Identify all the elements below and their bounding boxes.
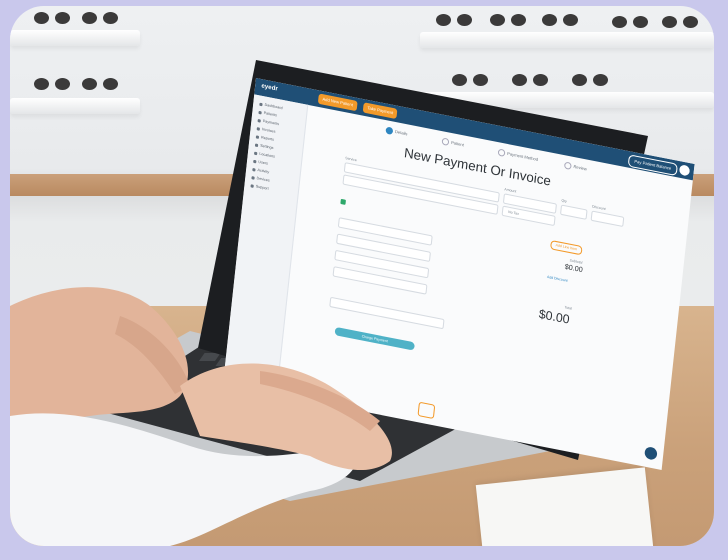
eyeglasses: [540, 14, 580, 28]
qty-label: Qty: [561, 198, 568, 204]
eyeglasses: [610, 16, 650, 30]
eyeglasses: [660, 16, 700, 30]
typing-hands: [10, 276, 470, 546]
discount-input[interactable]: [590, 210, 625, 228]
nav-icon: [252, 167, 256, 172]
total-label: Total: [564, 305, 573, 311]
sidebar-item[interactable]: Activity: [252, 167, 269, 175]
pay-patient-balance-button[interactable]: Pay Patient Balance: [627, 154, 678, 177]
chat-icon[interactable]: [644, 446, 658, 461]
sidebar-item[interactable]: Users: [253, 159, 268, 167]
nav-icon: [250, 183, 254, 188]
eyeglasses: [80, 78, 120, 92]
add-new-patient-button[interactable]: Add New Patient: [317, 93, 358, 112]
step-details[interactable]: Details: [385, 126, 408, 137]
step-payment-method[interactable]: Payment Method: [497, 148, 539, 163]
eyeglasses: [488, 14, 528, 28]
nav-icon: [259, 102, 263, 106]
step-patient[interactable]: Patient: [441, 137, 465, 148]
step-icon: [441, 137, 450, 146]
nav-icon: [258, 110, 262, 115]
nav-icon: [257, 118, 261, 123]
qty-input[interactable]: [559, 204, 588, 220]
sidebar-item[interactable]: Devices: [251, 175, 270, 184]
user-avatar-icon[interactable]: [678, 164, 691, 177]
eyeglasses: [32, 12, 72, 26]
nav-icon: [254, 151, 258, 155]
nav-icon: [255, 134, 260, 139]
take-payment-button[interactable]: Take Payment: [362, 102, 398, 120]
eyeglasses: [80, 12, 120, 26]
add-discount-link[interactable]: Add Discount: [547, 275, 568, 283]
step-icon: [563, 161, 572, 170]
sidebar-item[interactable]: Reports: [255, 134, 274, 143]
step-active-icon: [385, 126, 394, 135]
shelf: [10, 30, 140, 46]
amount-label: Amount: [504, 187, 517, 194]
step-review[interactable]: Review: [563, 161, 587, 173]
service-label: Service: [345, 155, 358, 163]
shelf: [10, 98, 140, 114]
nav-icon: [253, 159, 257, 163]
sidebar-item[interactable]: Settings: [254, 142, 274, 151]
eyeglasses: [434, 14, 474, 28]
subtotal-value: $0.00: [564, 263, 584, 275]
step-icon: [497, 148, 506, 157]
shelf: [420, 32, 714, 48]
checkbox-checked-icon[interactable]: [340, 198, 346, 205]
sidebar-item[interactable]: Patients: [258, 110, 277, 119]
nav-icon: [251, 175, 255, 180]
add-line-item-button[interactable]: Add Line Item: [550, 240, 583, 256]
nav-icon: [254, 142, 259, 147]
sidebar-item[interactable]: Invoices: [256, 126, 276, 135]
eyeglasses: [32, 78, 72, 92]
sidebar-item[interactable]: Locations: [254, 151, 275, 160]
nav-icon: [256, 126, 261, 131]
brand-logo: eyedr: [261, 83, 279, 93]
sidebar-item[interactable]: Support: [250, 183, 269, 192]
photo-frame: eyedr Add New Patient Take Payment Pay P…: [10, 6, 714, 546]
